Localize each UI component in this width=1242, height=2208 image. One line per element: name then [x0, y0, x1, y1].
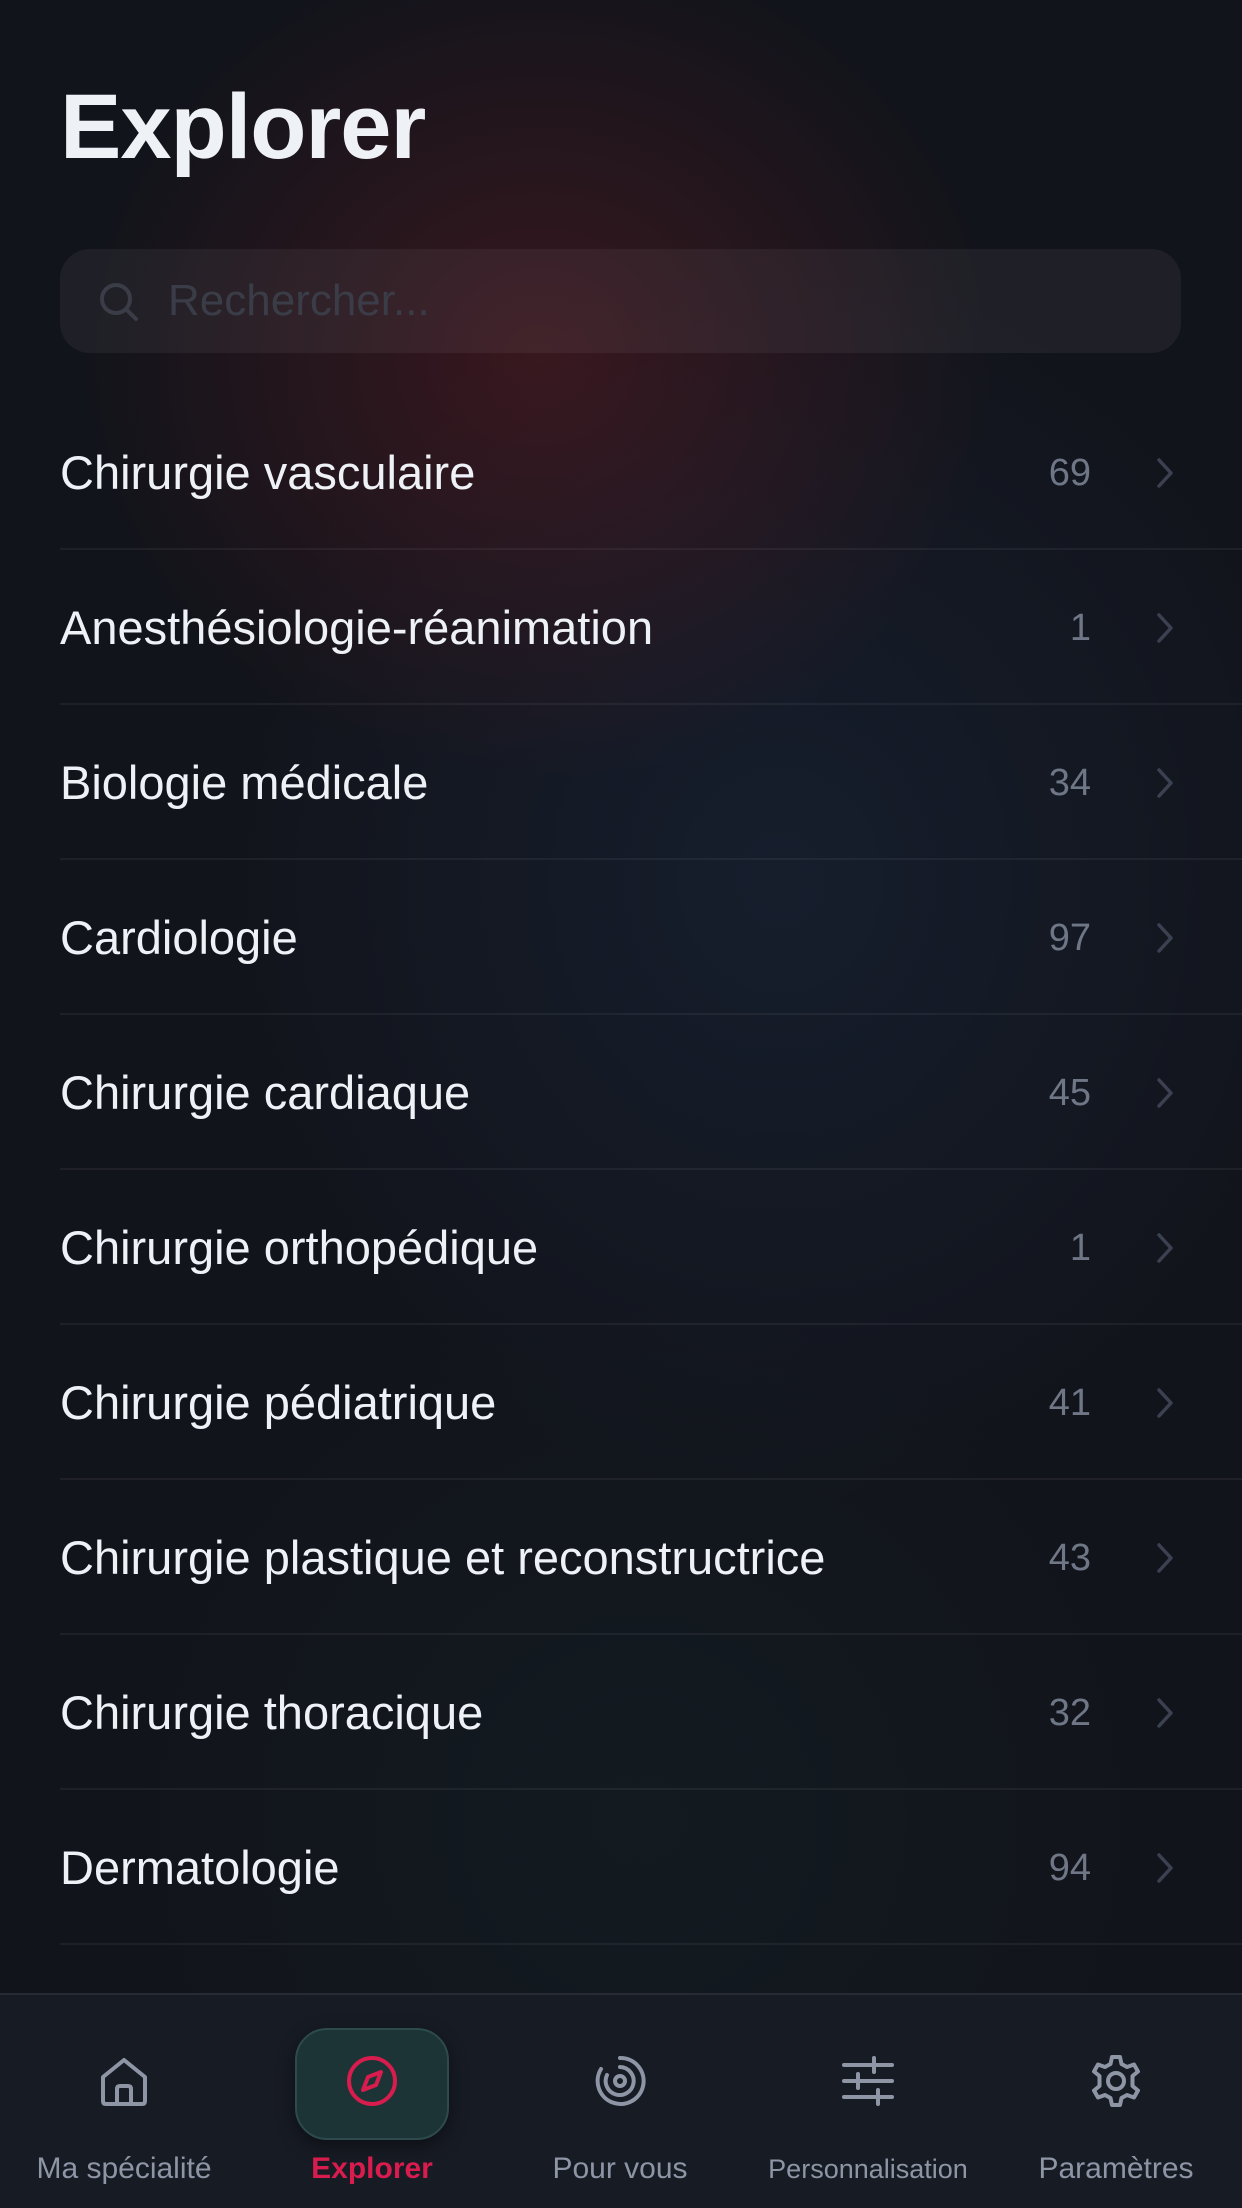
list-item-label: Chirurgie thoracique — [60, 1686, 484, 1739]
home-icon — [101, 2058, 147, 2106]
list-item-count: 97 — [1048, 917, 1091, 959]
chevron-right-icon — [1157, 1078, 1173, 1108]
tab-label: Paramètres — [1038, 2152, 1194, 2185]
chevron-right-icon — [1157, 1233, 1173, 1263]
list-item-count: 45 — [1048, 1072, 1091, 1114]
list-item[interactable]: Dermatologie 94 — [60, 1790, 1242, 1945]
list-item-label: Chirurgie vasculaire — [60, 446, 476, 499]
tab-label: Ma spécialité — [36, 2152, 212, 2185]
tab-parametres[interactable]: Paramètres — [992, 1995, 1240, 2208]
specialty-list: Chirurgie vasculaire 69 Anesthésiologie-… — [60, 395, 1242, 1945]
list-item-label: Dermatologie — [60, 1841, 340, 1894]
tab-label: Pour vous — [552, 2152, 688, 2185]
tab-personnalisation[interactable]: Personnalisation — [744, 1995, 992, 2208]
chevron-right-icon — [1157, 1543, 1173, 1573]
chevron-right-icon — [1157, 1853, 1173, 1883]
list-item-label: Chirurgie plastique et reconstructrice — [60, 1531, 826, 1584]
page-title: Explorer — [60, 76, 426, 178]
list-item[interactable]: Chirurgie plastique et reconstructrice 4… — [60, 1480, 1242, 1635]
chevron-right-icon — [1157, 458, 1173, 488]
list-item-label: Biologie médicale — [60, 756, 429, 809]
bottom-tab-bar: Ma spécialité Explorer Pour vous Personn… — [0, 1993, 1242, 2208]
chevron-right-icon — [1157, 768, 1173, 798]
chevron-right-icon — [1157, 1698, 1173, 1728]
list-item-label: Cardiologie — [60, 911, 298, 964]
list-item-label: Chirurgie cardiaque — [60, 1066, 471, 1119]
radar-icon — [595, 2055, 646, 2106]
list-item[interactable]: Chirurgie pédiatrique 41 — [60, 1325, 1242, 1480]
list-item-label: Anesthésiologie-réanimation — [60, 601, 654, 654]
list-item-count: 41 — [1048, 1382, 1091, 1424]
search-input[interactable] — [168, 249, 1148, 353]
list-item[interactable]: Anesthésiologie-réanimation 1 — [60, 550, 1242, 705]
list-item-label: Chirurgie pédiatrique — [60, 1376, 497, 1429]
list-item[interactable]: Biologie médicale 34 — [60, 705, 1242, 860]
list-item[interactable]: Cardiologie 97 — [60, 860, 1242, 1015]
tab-explorer[interactable]: Explorer — [248, 1995, 496, 2208]
list-item[interactable]: Chirurgie cardiaque 45 — [60, 1015, 1242, 1170]
list-item[interactable]: Chirurgie orthopédique 1 — [60, 1170, 1242, 1325]
chevron-right-icon — [1157, 1388, 1173, 1418]
list-item-count: 32 — [1048, 1692, 1091, 1734]
chevron-right-icon — [1157, 613, 1173, 643]
tab-label: Explorer — [311, 2152, 433, 2185]
list-item-count: 69 — [1048, 452, 1091, 494]
sliders-icon — [842, 2056, 894, 2106]
list-item-count: 1 — [1069, 1227, 1091, 1269]
list-item-count: 94 — [1048, 1847, 1091, 1889]
gear-icon — [1092, 2055, 1140, 2107]
tab-label: Personnalisation — [768, 2154, 968, 2184]
chevron-right-icon — [1157, 923, 1173, 953]
tab-pour-vous[interactable]: Pour vous — [496, 1995, 744, 2208]
list-item-label: Chirurgie orthopédique — [60, 1221, 539, 1274]
search-bar[interactable] — [60, 249, 1181, 353]
search-icon — [100, 283, 138, 321]
list-item-count: 1 — [1069, 607, 1091, 649]
list-item-count: 43 — [1048, 1537, 1091, 1579]
list-item[interactable]: Chirurgie thoracique 32 — [60, 1635, 1242, 1790]
list-item[interactable]: Chirurgie vasculaire 69 — [60, 395, 1242, 550]
compass-icon — [347, 2056, 397, 2106]
list-item-count: 34 — [1048, 762, 1091, 804]
tab-ma-specialite[interactable]: Ma spécialité — [0, 1995, 248, 2208]
